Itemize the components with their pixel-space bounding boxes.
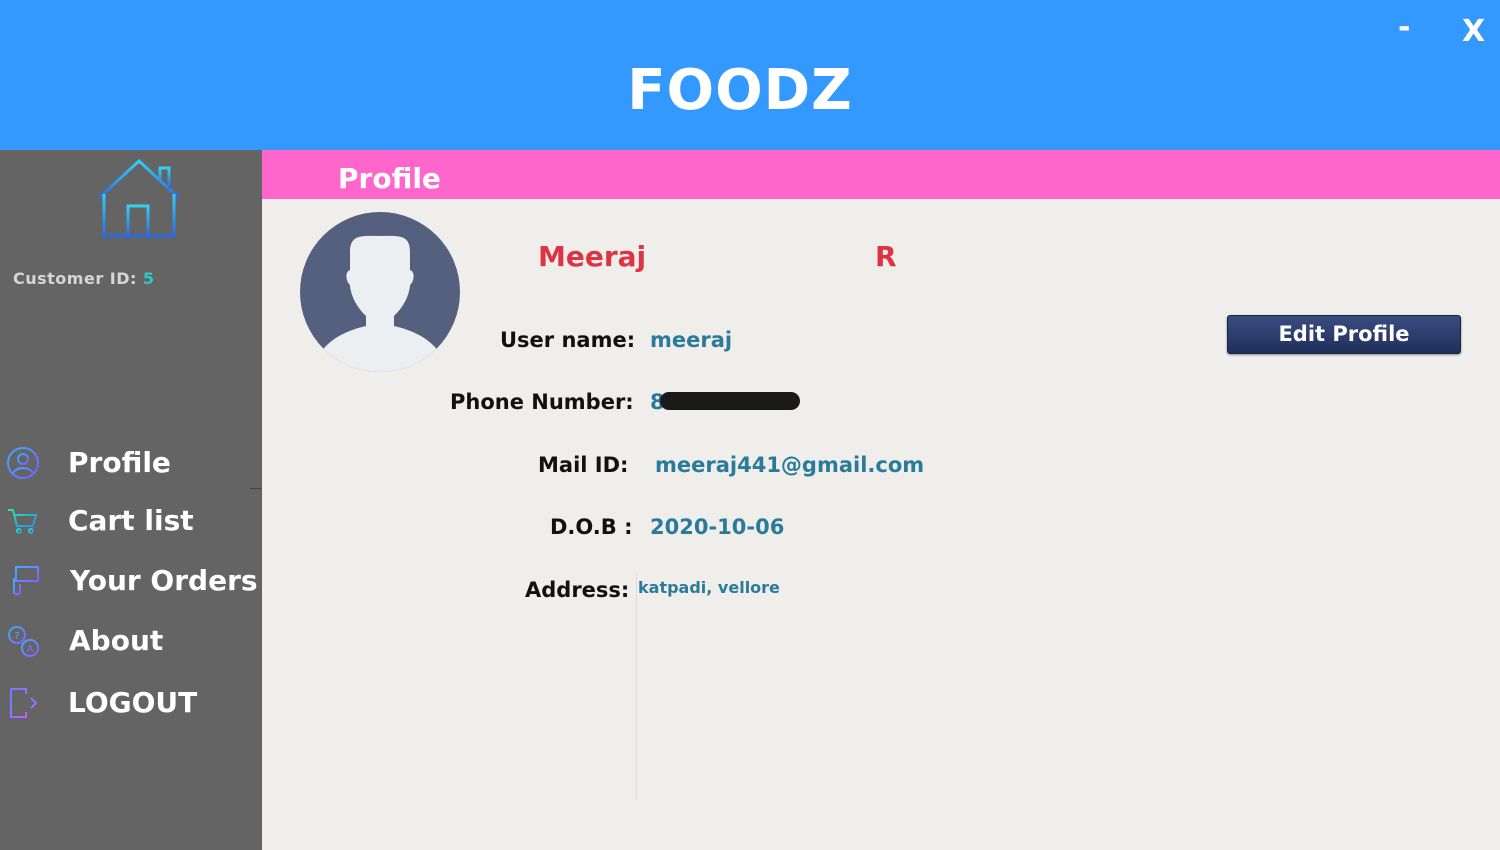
sidebar-item-label: Profile xyxy=(68,446,171,479)
customer-id-label: Customer ID: xyxy=(13,269,137,288)
about-icon: ? A xyxy=(6,624,40,658)
address-value: katpadi, vellore xyxy=(638,578,780,597)
orders-icon xyxy=(6,564,40,598)
address-textarea xyxy=(636,572,637,800)
phone-label: Phone Number: xyxy=(450,390,634,414)
svg-text:A: A xyxy=(27,644,34,655)
sidebar-item-label: Your Orders xyxy=(70,564,258,597)
username-label: User name: xyxy=(500,328,636,352)
sidebar-item-profile[interactable]: Profile xyxy=(0,438,262,488)
user-circle-icon xyxy=(6,446,40,480)
app-window: FOODZ - X Customer ID: 5 Profile Cart li… xyxy=(0,0,1500,850)
address-label: Address: xyxy=(525,578,630,602)
content-header: Profile xyxy=(262,150,1500,199)
cart-icon xyxy=(6,504,40,538)
sidebar-item-logout[interactable]: LOGOUT xyxy=(0,678,262,728)
customer-id-value: 5 xyxy=(142,269,155,288)
redaction-mark xyxy=(660,392,800,410)
home-icon[interactable] xyxy=(96,158,182,240)
dob-label: D.O.B : xyxy=(550,515,633,539)
sidebar-item-label: About xyxy=(69,624,164,657)
sidebar-divider xyxy=(250,488,262,489)
sidebar: Customer ID: 5 Profile Cart list Your Or… xyxy=(0,150,262,850)
username-value: meeraj xyxy=(650,328,733,352)
avatar xyxy=(300,212,460,372)
mail-value: meeraj441@gmail.com xyxy=(655,453,925,477)
sidebar-item-about[interactable]: ? A About xyxy=(0,616,262,666)
sidebar-item-your-orders[interactable]: Your Orders xyxy=(0,556,262,606)
sidebar-item-label: Cart list xyxy=(68,504,194,537)
close-button[interactable]: X xyxy=(1462,14,1485,49)
first-name: Meeraj xyxy=(538,240,647,273)
page-title: Profile xyxy=(338,162,441,195)
sidebar-item-cart-list[interactable]: Cart list xyxy=(0,496,262,546)
sidebar-item-label: LOGOUT xyxy=(68,686,198,719)
mail-label: Mail ID: xyxy=(538,453,629,477)
dob-value: 2020-10-06 xyxy=(650,515,785,539)
app-title: FOODZ xyxy=(627,58,853,123)
svg-text:?: ? xyxy=(14,631,19,642)
logout-icon xyxy=(6,686,40,720)
customer-id: Customer ID: 5 xyxy=(13,269,155,288)
last-name: R xyxy=(875,240,897,273)
edit-profile-button[interactable]: Edit Profile xyxy=(1227,315,1461,354)
minimize-button[interactable]: - xyxy=(1398,10,1410,45)
title-bar: FOODZ - X xyxy=(0,0,1500,150)
